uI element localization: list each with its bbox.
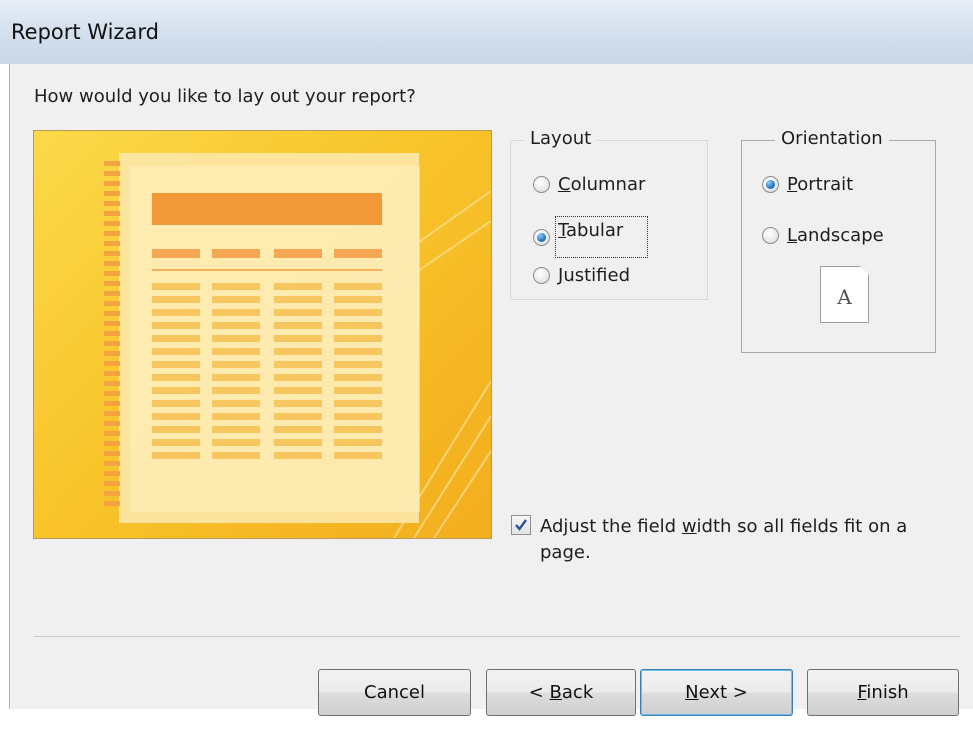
- layout-preview-image: [33, 130, 492, 539]
- back-button[interactable]: < Back: [486, 669, 636, 716]
- adjust-field-width-label[interactable]: Adjust the field width so all fields fit…: [540, 514, 910, 566]
- tabular-radio[interactable]: [533, 228, 550, 246]
- page-icon-letter: A: [837, 285, 852, 309]
- orientation-group-title: Orientation: [775, 128, 889, 149]
- checkmark-icon: [515, 519, 527, 531]
- justified-radio[interactable]: [533, 267, 550, 284]
- landscape-radio[interactable]: [762, 227, 779, 244]
- landscape-label: Landscape: [787, 225, 884, 246]
- layout-option-justified[interactable]: Justified: [533, 265, 630, 286]
- columnar-label: Columnar: [558, 174, 646, 195]
- adjust-field-width-checkbox[interactable]: [511, 515, 531, 535]
- finish-label: Finish: [857, 682, 909, 703]
- layout-prompt: How would you like to lay out your repor…: [34, 86, 416, 107]
- title-bar: Report Wizard: [0, 0, 973, 64]
- portrait-radio[interactable]: [762, 176, 779, 193]
- next-button[interactable]: Next >: [640, 669, 793, 716]
- layout-group: Layout Columnar Tabular Justified: [510, 128, 708, 300]
- layout-group-title: Layout: [524, 128, 598, 149]
- finish-button[interactable]: Finish: [807, 669, 959, 716]
- tabular-label: Tabular: [554, 216, 649, 258]
- portrait-page-icon: A: [820, 266, 869, 323]
- report-wizard-dialog: How would you like to lay out your repor…: [9, 64, 973, 716]
- cancel-button[interactable]: Cancel: [318, 669, 471, 716]
- justified-label: Justified: [558, 265, 630, 286]
- window-title: Report Wizard: [11, 20, 159, 44]
- next-label: Next >: [685, 682, 748, 703]
- orientation-option-portrait[interactable]: Portrait: [762, 174, 853, 195]
- tabular-report-preview-icon: [104, 153, 491, 538]
- orientation-option-landscape[interactable]: Landscape: [762, 225, 884, 246]
- cancel-label: Cancel: [364, 682, 425, 703]
- columnar-radio[interactable]: [533, 176, 550, 193]
- button-separator: [34, 636, 960, 637]
- back-label: < Back: [528, 682, 594, 703]
- layout-option-tabular[interactable]: Tabular: [533, 216, 649, 258]
- portrait-label: Portrait: [787, 174, 854, 195]
- layout-option-columnar[interactable]: Columnar: [533, 174, 645, 195]
- orientation-group: Orientation Portrait Landscape A: [741, 128, 936, 353]
